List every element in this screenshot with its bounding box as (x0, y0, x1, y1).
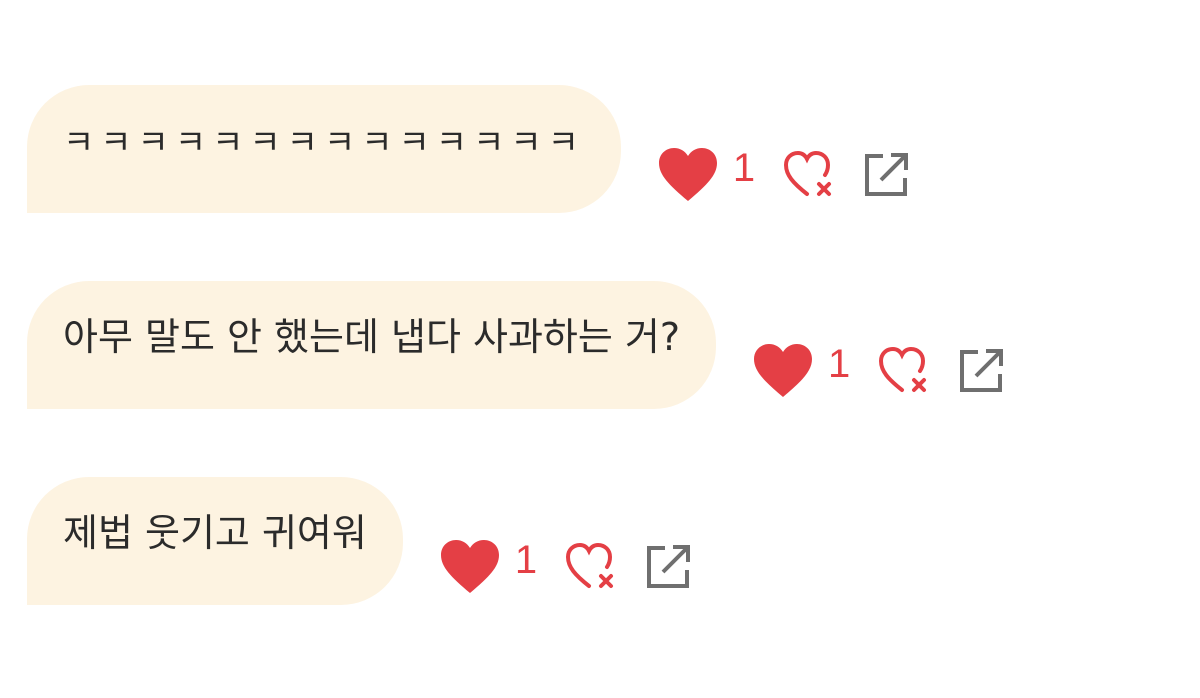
message-row: 제법 웃기고 귀여워 1 (0, 477, 693, 605)
message-bubble: ㅋㅋㅋㅋㅋㅋㅋㅋㅋㅋㅋㅋㅋㅋ (27, 85, 621, 213)
message-row: ㅋㅋㅋㅋㅋㅋㅋㅋㅋㅋㅋㅋㅋㅋ 1 (0, 85, 911, 213)
share-external-icon[interactable] (863, 150, 911, 198)
heart-x-icon[interactable] (565, 542, 617, 592)
heart-icon[interactable] (657, 147, 719, 203)
chat-thread: ㅋㅋㅋㅋㅋㅋㅋㅋㅋㅋㅋㅋㅋㅋ 1 아무 말도 안 했는데 냅다 사과하는 거? … (0, 0, 1200, 698)
heart-x-icon[interactable] (783, 150, 835, 200)
message-actions: 1 (657, 145, 911, 203)
message-bubble: 아무 말도 안 했는데 냅다 사과하는 거? (27, 281, 717, 409)
like-count: 1 (828, 341, 851, 386)
heart-icon[interactable] (752, 343, 814, 399)
message-bubble: 제법 웃기고 귀여워 (27, 477, 403, 605)
like-count: 1 (514, 537, 538, 582)
heart-icon[interactable] (439, 539, 501, 595)
message-row: 아무 말도 안 했는데 냅다 사과하는 거? 1 (0, 281, 1006, 409)
like-count: 1 (732, 145, 756, 190)
share-external-icon[interactable] (645, 542, 693, 590)
message-actions: 1 (439, 537, 693, 595)
heart-x-icon[interactable] (878, 346, 930, 396)
share-external-icon[interactable] (958, 346, 1006, 394)
message-actions: 1 (752, 341, 1006, 399)
